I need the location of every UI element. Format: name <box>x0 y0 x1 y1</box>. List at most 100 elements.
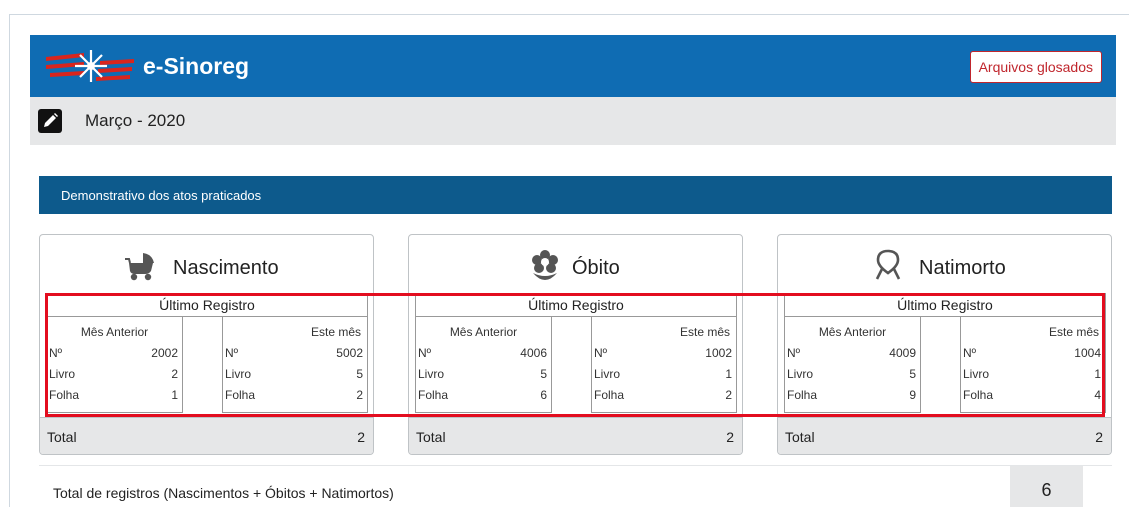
ultimo-registro-title: Último Registro <box>784 293 1106 317</box>
folha-label: Folha <box>225 388 256 402</box>
livro-label: Livro <box>787 367 814 381</box>
folha-label: Folha <box>787 388 818 402</box>
row-livro: Livro 1 <box>963 367 1101 385</box>
numero-label: Nº <box>418 346 432 360</box>
mes-anterior-table: Mês Anterior Nº 4006 Livro 5 Folha 6 <box>415 317 552 413</box>
ultimo-registro-title: Último Registro <box>415 293 737 317</box>
brand-name: e-Sinoreg <box>143 53 250 79</box>
row-livro: Livro 2 <box>49 367 178 385</box>
row-numero: Nº 4009 <box>787 346 916 364</box>
folha-value: 2 <box>725 388 732 402</box>
card-total: Total 2 <box>40 417 373 454</box>
row-livro: Livro 5 <box>418 367 547 385</box>
row-numero: Nº 1002 <box>594 346 732 364</box>
row-folha: Folha 4 <box>963 388 1101 406</box>
folha-label: Folha <box>963 388 994 402</box>
ultimo-registro: Último Registro Mês Anterior Nº 4009 Livr… <box>784 293 1106 425</box>
row-numero: Nº 4006 <box>418 346 547 364</box>
numero-label: Nº <box>49 346 63 360</box>
row-numero: Nº 1004 <box>963 346 1101 364</box>
edit-icon[interactable] <box>38 109 62 133</box>
este-mes-label: Este mês <box>1048 325 1099 339</box>
section-header: Demonstrativo dos atos praticados <box>39 176 1112 214</box>
numero-value: 2002 <box>151 346 178 360</box>
row-livro: Livro 5 <box>787 367 916 385</box>
este-mes-table: Este mês Nº 1004 Livro 1 Folha 4 <box>960 317 1106 413</box>
folha-value: 9 <box>909 388 916 402</box>
flower-icon <box>532 250 558 280</box>
month-bar: Março - 2020 <box>30 97 1116 145</box>
baby-stroller-icon <box>125 253 154 281</box>
ultimo-registro: Último Registro Mês Anterior Nº 4006 Livr… <box>415 293 737 425</box>
card-title: Nascimento <box>173 257 279 279</box>
livro-value: 5 <box>540 367 547 381</box>
total-value: 2 <box>1095 429 1103 445</box>
livro-value: 1 <box>1094 367 1101 381</box>
numero-label: Nº <box>594 346 608 360</box>
folha-value: 6 <box>540 388 547 402</box>
row-numero: Nº 5002 <box>225 346 363 364</box>
numero-value: 4009 <box>889 346 916 360</box>
ultimo-registro-title: Último Registro <box>46 293 368 317</box>
ribbon-icon <box>875 249 901 280</box>
livro-label: Livro <box>225 367 252 381</box>
total-label: Total <box>416 429 446 445</box>
livro-value: 1 <box>725 367 732 381</box>
total-value: 2 <box>726 429 734 445</box>
folha-label: Folha <box>418 388 449 402</box>
card-header: Nascimento <box>40 235 373 291</box>
card-header: Natimorto <box>778 235 1111 291</box>
folha-label: Folha <box>594 388 625 402</box>
numero-label: Nº <box>787 346 801 360</box>
livro-label: Livro <box>963 367 990 381</box>
livro-label: Livro <box>49 367 76 381</box>
total-registros-box: 6 <box>1010 466 1083 507</box>
mes-anterior-label: Mês Anterior <box>818 325 887 339</box>
card-obito: Óbito Último Registro Mês Anterior Nº 400… <box>408 234 743 455</box>
card-total: Total 2 <box>778 417 1111 454</box>
sinoreg-logo <box>46 50 134 82</box>
livro-value: 5 <box>356 367 363 381</box>
card-title: Natimorto <box>919 257 1006 279</box>
app-header: e-Sinoreg Arquivos glosados <box>30 35 1116 97</box>
livro-value: 5 <box>909 367 916 381</box>
arquivos-glosados-button[interactable]: Arquivos glosados <box>969 51 1102 83</box>
mes-anterior-label: Mês Anterior <box>449 325 518 339</box>
folha-label: Folha <box>49 388 80 402</box>
total-label: Total <box>785 429 815 445</box>
total-value: 2 <box>357 429 365 445</box>
ultimo-registro: Último Registro Mês Anterior Nº 2002 Livr… <box>46 293 368 425</box>
folha-value: 2 <box>356 388 363 402</box>
mes-anterior-table: Mês Anterior Nº 2002 Livro 2 Folha 1 <box>46 317 183 413</box>
folha-value: 1 <box>171 388 178 402</box>
card-header: Óbito <box>409 235 742 291</box>
numero-value: 1002 <box>705 346 732 360</box>
numero-value: 1004 <box>1074 346 1101 360</box>
numero-value: 5002 <box>336 346 363 360</box>
este-mes-table: Este mês Nº 1002 Livro 1 Folha 2 <box>591 317 737 413</box>
livro-label: Livro <box>418 367 445 381</box>
livro-value: 2 <box>171 367 178 381</box>
numero-label: Nº <box>225 346 239 360</box>
mes-anterior-label: Mês Anterior <box>80 325 149 339</box>
este-mes-table: Este mês Nº 5002 Livro 5 Folha 2 <box>222 317 368 413</box>
total-label: Total <box>47 429 77 445</box>
card-natimorto: Natimorto Último Registro Mês Anterior N… <box>777 234 1112 455</box>
folha-value: 4 <box>1094 388 1101 402</box>
section-title: Demonstrativo dos atos praticados <box>61 188 262 203</box>
card-nascimento: Nascimento Último Registro Mês Anterior … <box>39 234 374 455</box>
month-title: Março - 2020 <box>85 111 186 130</box>
row-folha: Folha 2 <box>225 388 363 406</box>
card-title: Óbito <box>572 257 620 279</box>
row-folha: Folha 1 <box>49 388 178 406</box>
mes-anterior-table: Mês Anterior Nº 4009 Livro 5 Folha 9 <box>784 317 921 413</box>
livro-label: Livro <box>594 367 621 381</box>
row-livro: Livro 5 <box>225 367 363 385</box>
total-registros-row: Total de registros (Nascimentos + Óbitos… <box>39 465 1112 507</box>
row-folha: Folha 2 <box>594 388 732 406</box>
row-folha: Folha 6 <box>418 388 547 406</box>
numero-label: Nº <box>963 346 977 360</box>
este-mes-label: Este mês <box>310 325 361 339</box>
row-livro: Livro 1 <box>594 367 732 385</box>
total-registros-label: Total de registros (Nascimentos + Óbitos… <box>53 485 394 501</box>
